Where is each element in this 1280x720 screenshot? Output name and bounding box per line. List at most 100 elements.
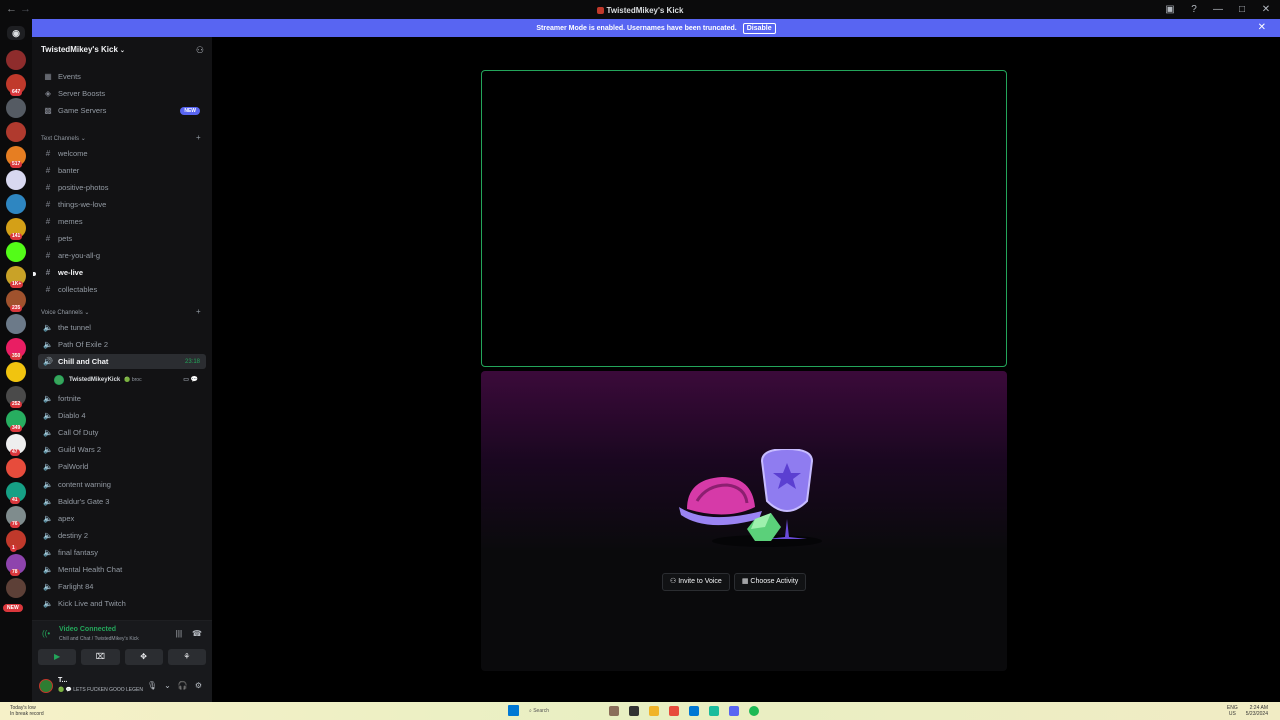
voice-channel[interactable]: 🔈 Mental Health Chat: [38, 562, 206, 577]
voice-channel[interactable]: 🔈 content warning: [38, 477, 206, 492]
headset-icon[interactable]: 🎧: [178, 681, 188, 690]
voice-channel[interactable]: 🔈 Path Of Exile 2: [38, 337, 206, 352]
nav-item[interactable]: ▩ Game Servers NEW: [38, 103, 206, 118]
minimize-button[interactable]: —: [1212, 4, 1224, 15]
voice-channel[interactable]: 🔈 Farlight 84: [38, 579, 206, 594]
app-icon[interactable]: [709, 705, 719, 716]
text-channel[interactable]: # are-you-all-g: [38, 248, 206, 263]
app-icon[interactable]: [629, 705, 639, 716]
taskbar-search[interactable]: ⌕ Search: [529, 708, 599, 714]
voice-channel[interactable]: 🔈 apex: [38, 511, 206, 526]
camera-button[interactable]: ▶: [38, 649, 77, 665]
noise-suppression-icon[interactable]: |||: [176, 629, 182, 638]
folder-icon[interactable]: [649, 705, 659, 716]
server-icon[interactable]: [6, 458, 26, 478]
voice-channel[interactable]: 🔈 final fantasy: [38, 545, 206, 560]
chevron-down-icon[interactable]: ⌄: [164, 681, 171, 690]
app-icon[interactable]: [609, 705, 619, 716]
video-tile[interactable]: [481, 70, 1007, 367]
voice-location[interactable]: Chill and Chat / TwistedMikey's Kick: [59, 636, 139, 642]
user-panel: T... 🟢 💬 LETS FUCKEN GOOO LEGEN 🎙 ⌄ 🎧 ⚙: [32, 672, 212, 702]
voice-channel[interactable]: 🔈 destiny 2: [38, 528, 206, 543]
text-channel[interactable]: # we-live: [38, 265, 206, 280]
text-channel[interactable]: # banter: [38, 163, 206, 178]
text-channel[interactable]: # things-we-love: [38, 197, 206, 212]
voice-channel[interactable]: 🔈 Kick Live and Twitch: [38, 596, 206, 611]
member-status-icons: ▭ 💬: [183, 377, 198, 383]
clock[interactable]: 2:24 AM 5/23/2024: [1246, 705, 1268, 717]
channel-label: Kick Live and Twitch: [58, 599, 126, 609]
channel-label: banter: [58, 166, 80, 175]
text-channel[interactable]: # pets: [38, 231, 206, 246]
screen-share-button[interactable]: ⌧: [81, 649, 120, 665]
language-indicator[interactable]: ENG US: [1227, 705, 1238, 717]
mention-badge: 647: [10, 89, 23, 96]
server-icon[interactable]: [6, 122, 26, 142]
server-icon[interactable]: [6, 578, 26, 598]
voice-channel-chill-and-chat[interactable]: 🔊 Chill and Chat 23:18: [38, 354, 206, 369]
voice-channel[interactable]: 🔈 fortnite: [38, 391, 206, 406]
date-text: 5/23/2024: [1245, 711, 1268, 717]
avatar[interactable]: [39, 679, 53, 693]
voice-channel[interactable]: 🔈 Baldur's Gate 3: [38, 494, 206, 509]
mention-badge: 47: [10, 449, 20, 456]
category-text-channels[interactable]: Text Channels ⌄ +: [41, 133, 201, 142]
invite-to-voice-button[interactable]: ⚇ Invite to Voice: [662, 573, 730, 591]
server-icon[interactable]: [6, 362, 26, 382]
inbox-icon[interactable]: ▣: [1164, 4, 1176, 15]
choose-activity-button[interactable]: ▦ Choose Activity: [733, 573, 807, 591]
member-activity: 🟢 broc: [124, 376, 142, 383]
server-icon[interactable]: [6, 98, 26, 118]
microphone-icon[interactable]: 🎙: [147, 681, 157, 690]
server-icon[interactable]: [6, 242, 26, 262]
spotify-icon[interactable]: [749, 705, 759, 716]
disable-button[interactable]: Disable: [742, 22, 776, 34]
text-channel[interactable]: # memes: [38, 214, 206, 229]
channel-sidebar: TwistedMikey's Kick ⌄ ⚇ ▦ Events ◈ Server Bo…: [32, 37, 212, 702]
speaker-icon: 🔈: [43, 340, 53, 349]
banner-close-icon[interactable]: ✕: [1258, 22, 1266, 33]
hash-icon: #: [45, 251, 51, 260]
weather-widget[interactable]: Today's low In break record: [10, 705, 44, 717]
add-channel-icon[interactable]: +: [196, 307, 201, 316]
voice-channel[interactable]: 🔈 Diablo 4: [38, 408, 206, 423]
maximize-button[interactable]: □: [1236, 4, 1248, 15]
nav-item[interactable]: ◈ Server Boosts: [38, 86, 206, 101]
discord-icon[interactable]: [729, 705, 739, 716]
text-channel[interactable]: # collectables: [38, 282, 206, 297]
streamer-mode-banner: Streamer Mode is enabled. Usernames have…: [32, 19, 1280, 37]
add-channel-icon[interactable]: +: [196, 133, 201, 142]
disconnect-icon[interactable]: ☎: [192, 629, 202, 638]
nav-item[interactable]: ▦ Events: [38, 69, 206, 84]
server-icon[interactable]: [6, 170, 26, 190]
server-icon[interactable]: [6, 50, 26, 70]
channel-label: we-live: [58, 268, 84, 277]
category-voice-channels[interactable]: Voice Channels ⌄ +: [41, 307, 201, 316]
server-icon[interactable]: [6, 314, 26, 334]
custom-status: 🟢 💬 LETS FUCKEN GOOO LEGEN: [58, 687, 143, 693]
signal-icon[interactable]: ((•: [42, 629, 50, 638]
voice-channel[interactable]: 🔈 Call Of Duty: [38, 425, 206, 440]
close-button[interactable]: ✕: [1260, 4, 1272, 15]
voice-channel[interactable]: 🔈 Guild Wars 2: [38, 442, 206, 457]
text-channel[interactable]: # positive-photos: [38, 180, 206, 195]
username[interactable]: T...: [58, 677, 67, 684]
app-icon[interactable]: [689, 705, 699, 716]
help-icon[interactable]: ?: [1188, 4, 1200, 15]
server-header[interactable]: TwistedMikey's Kick ⌄: [41, 45, 125, 54]
soundboard-button[interactable]: ⚘: [167, 649, 206, 665]
invite-people-icon[interactable]: ⚇: [196, 45, 204, 56]
channel-label: Server Boosts: [58, 89, 106, 98]
server-logo-icon: [596, 7, 604, 15]
text-channel[interactable]: # welcome: [38, 146, 206, 161]
voice-member[interactable]: TwistedMikeyKick 🟢 broc ▭ 💬: [54, 373, 206, 386]
start-button[interactable]: [508, 705, 519, 716]
voice-status[interactable]: Video Connected: [59, 626, 116, 633]
server-icon[interactable]: [6, 194, 26, 214]
browser-icon[interactable]: [669, 705, 679, 716]
discord-home-icon[interactable]: ◉: [7, 26, 25, 40]
voice-channel[interactable]: 🔈 PalWorld: [38, 459, 206, 474]
voice-channel[interactable]: 🔈 the tunnel: [38, 320, 206, 335]
gear-icon[interactable]: ⚙: [195, 681, 202, 690]
activity-button[interactable]: ✥: [124, 649, 163, 665]
